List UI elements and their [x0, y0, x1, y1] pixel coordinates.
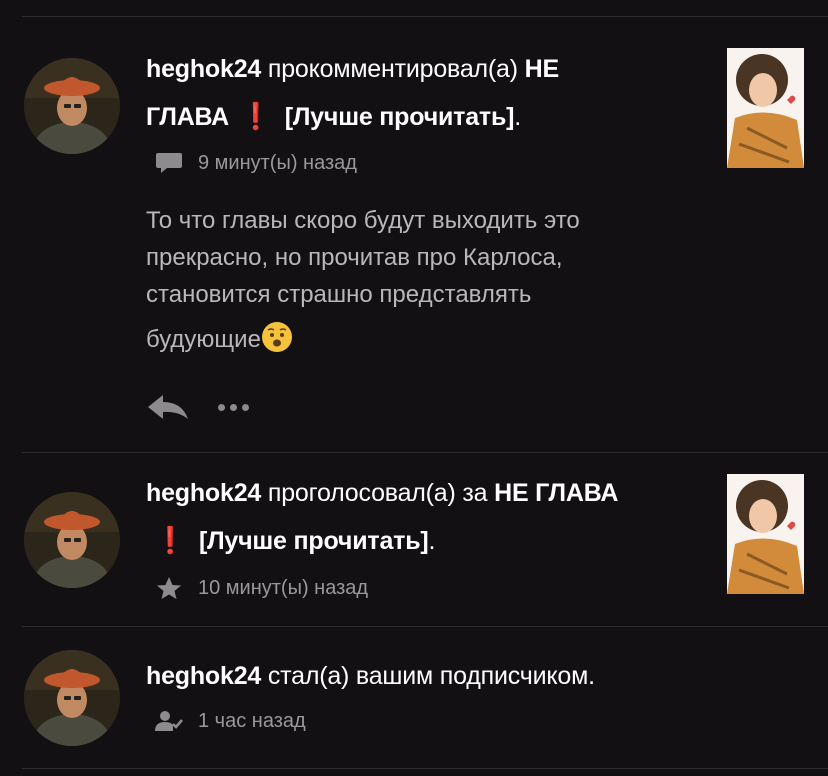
- comment-icon: [154, 151, 184, 175]
- story-title-link[interactable]: ГЛАВА: [146, 103, 229, 131]
- divider: [22, 452, 828, 453]
- username-link[interactable]: heghok24: [146, 662, 261, 690]
- comment-text: То что главы скоро будут выходить это пр…: [146, 202, 706, 358]
- story-cover-thumbnail[interactable]: [727, 474, 804, 594]
- star-icon: [154, 576, 184, 600]
- comment-actions: [146, 390, 249, 424]
- period: .: [514, 103, 522, 131]
- story-cover-thumbnail[interactable]: [727, 48, 804, 168]
- story-subtitle-link[interactable]: [Лучше прочитать]: [285, 103, 515, 131]
- divider: [22, 626, 828, 627]
- story-title-link[interactable]: НЕ ГЛАВА: [494, 479, 618, 507]
- exclamation-icon: ❗: [239, 101, 272, 131]
- notification-meta: 9 минут(ы) назад: [154, 150, 357, 176]
- notification-headline: heghok24 прокомментировал(а) НЕ ГЛАВА ❗ …: [146, 46, 706, 141]
- story-subtitle-link[interactable]: [Лучше прочитать]: [199, 527, 429, 555]
- anxious-face-emoji: [261, 322, 292, 352]
- username-link[interactable]: heghok24: [146, 55, 261, 83]
- notification-meta: 10 минут(ы) назад: [154, 575, 368, 601]
- action-text: стал(а) вашим подписчиком.: [267, 662, 595, 690]
- action-text: прокомментировал(а): [267, 55, 518, 83]
- timestamp: 1 час назад: [198, 709, 306, 732]
- avatar[interactable]: [24, 492, 120, 588]
- timestamp: 9 минут(ы) назад: [198, 151, 357, 174]
- avatar[interactable]: [24, 650, 120, 746]
- avatar[interactable]: [24, 58, 120, 154]
- action-text: проголосовал(а) за: [267, 479, 488, 507]
- timestamp: 10 минут(ы) назад: [198, 576, 369, 599]
- period: .: [428, 527, 436, 555]
- user-check-icon: [154, 709, 184, 733]
- username-link[interactable]: heghok24: [146, 479, 261, 507]
- more-options-button[interactable]: [218, 403, 249, 411]
- exclamation-icon: ❗: [154, 525, 187, 555]
- comment-line: То что главы скоро будут выходить это: [146, 207, 580, 234]
- story-title-link[interactable]: НЕ: [525, 55, 560, 83]
- reply-icon[interactable]: [146, 392, 190, 422]
- notification-headline: heghok24 стал(а) вашим подписчиком.: [146, 653, 706, 700]
- comment-line: будующие: [146, 321, 706, 358]
- divider: [22, 768, 828, 769]
- comment-line: прекрасно, но прочитав про Карлоса,: [146, 244, 563, 271]
- notification-meta: 1 час назад: [154, 708, 306, 734]
- top-divider: [22, 16, 828, 17]
- notification-headline: heghok24 проголосовал(а) за НЕ ГЛАВА ❗ […: [146, 470, 706, 565]
- comment-line: становится страшно представлять: [146, 281, 532, 308]
